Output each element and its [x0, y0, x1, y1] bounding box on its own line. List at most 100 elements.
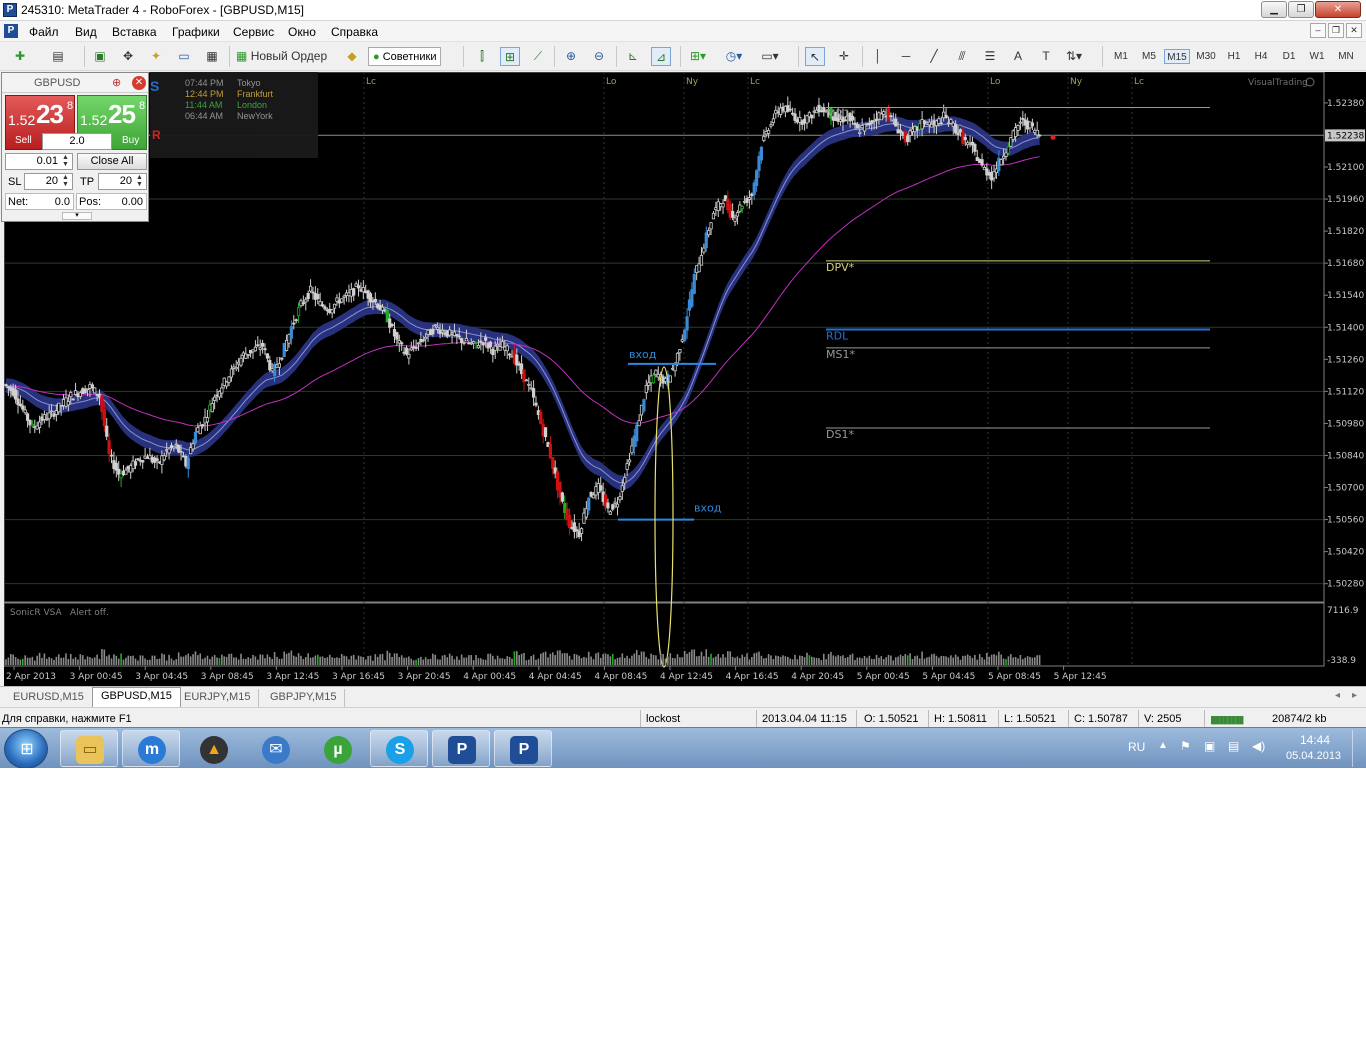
timeframe-h1[interactable]: H1 — [1223, 49, 1245, 64]
tab-eurusd[interactable]: EURUSD,M15 — [5, 689, 93, 707]
device-icon[interactable]: ▣ — [1204, 739, 1215, 753]
close-panel-icon[interactable]: ✕ — [132, 76, 146, 90]
taskbar-thunderbird[interactable]: ✉ — [246, 730, 304, 767]
channel-icon[interactable]: ⫻ — [952, 47, 972, 66]
chart-canvas[interactable]: Lc Lo Ny Lc Lo Ny Lc 1.52380 1.52100 1.51960 1.518… — [4, 72, 1366, 686]
strategy-tester-icon[interactable]: ▦ — [202, 47, 222, 66]
candlestick-icon[interactable]: ⊞ — [500, 47, 520, 66]
text-label-icon[interactable]: T — [1036, 47, 1056, 66]
taskbar-metatrader-2[interactable]: Ρ — [494, 730, 552, 767]
timeframe-m1[interactable]: M1 — [1110, 49, 1132, 64]
vertical-line-icon[interactable]: │ — [868, 47, 888, 66]
new-chart-icon[interactable]: ✚ — [10, 47, 30, 66]
menu-charts[interactable]: Графики — [172, 25, 220, 39]
candle-body — [155, 458, 159, 461]
action-center-icon[interactable]: ⚑ — [1180, 739, 1191, 753]
menu-insert[interactable]: Вставка — [112, 25, 157, 39]
close-all-button[interactable]: Close All — [77, 153, 147, 170]
spread-lots-field[interactable]: 2.0 — [42, 133, 112, 150]
show-hidden-icons-icon[interactable]: ▲ — [1158, 740, 1168, 751]
mdi-close-icon[interactable]: ✕ — [1346, 23, 1362, 38]
session-marker-label: Ny — [686, 77, 699, 87]
menu-tools[interactable]: Сервис — [233, 25, 274, 39]
indicators-icon[interactable]: ⊞▾ — [688, 47, 708, 66]
candle-body — [591, 494, 596, 499]
arrows-icon[interactable]: ⇅▾ — [1064, 47, 1084, 66]
clock-date[interactable]: 05.04.2013 — [1286, 750, 1341, 762]
trendline-icon[interactable]: ╱ — [924, 47, 944, 66]
show-desktop-button[interactable] — [1352, 730, 1364, 767]
crosshair-icon[interactable]: ✛ — [834, 47, 854, 66]
last-price-dot — [1050, 134, 1056, 140]
tp-spin-icon[interactable]: ▲ ▼ — [136, 174, 143, 188]
taskbar-app-m[interactable]: m — [122, 730, 180, 767]
taskbar-metatrader-1[interactable]: Ρ — [432, 730, 490, 767]
taskbar-utorrent[interactable]: µ — [308, 730, 366, 767]
language-indicator[interactable]: RU — [1128, 740, 1145, 754]
restore-button[interactable]: ❐ — [1288, 1, 1314, 18]
candle-body — [71, 398, 75, 401]
close-button[interactable]: ✕ — [1315, 1, 1361, 18]
auto-scroll-icon[interactable]: ⊾ — [623, 47, 643, 66]
cursor-icon[interactable]: ↖ — [805, 47, 825, 66]
candle-body — [973, 144, 977, 152]
clock-time[interactable]: 14:44 — [1300, 733, 1330, 747]
templates-icon[interactable]: ▭▾ — [760, 47, 780, 66]
candle-body — [759, 146, 764, 161]
text-icon[interactable]: A — [1008, 47, 1028, 66]
status-profile: lockost — [646, 713, 681, 725]
pin-icon[interactable]: ⊕ — [112, 76, 121, 89]
start-button[interactable]: ⊞ — [4, 729, 48, 769]
zoom-out-icon[interactable]: ⊖ — [589, 47, 609, 66]
price-chart[interactable]: Lc Lo Ny Lc Lo Ny Lc 1.52380 1.52100 1.51960 1.518… — [4, 72, 1366, 686]
periods-icon[interactable]: ◷▾ — [724, 47, 744, 66]
chart-shift-icon[interactable]: ⊿ — [651, 47, 671, 66]
taskbar-aimp[interactable]: ▲ — [184, 730, 242, 767]
timeframe-d1[interactable]: D1 — [1278, 49, 1300, 64]
new-order-button[interactable]: ▦ Новый Ордер — [236, 47, 327, 66]
mdi-restore-icon[interactable]: ❐ — [1328, 23, 1344, 38]
lots-spin-icon[interactable]: ▲ ▼ — [62, 154, 69, 168]
data-window-icon[interactable]: ✥ — [118, 47, 138, 66]
candle-body — [85, 388, 90, 391]
menu-view[interactable]: Вид — [75, 25, 97, 39]
chart-window-icon[interactable]: Ρ — [4, 24, 18, 38]
horizontal-line-icon[interactable]: ─ — [896, 47, 916, 66]
metaeditor-icon[interactable]: ◆ — [342, 47, 362, 66]
market-watch-icon[interactable]: ▣ — [90, 47, 110, 66]
mdi-minimize-icon[interactable]: – — [1310, 23, 1326, 38]
volume-icon[interactable]: ◀) — [1252, 739, 1265, 753]
terminal-icon[interactable]: ▭ — [174, 47, 194, 66]
navigator-icon[interactable]: ✦ — [146, 47, 166, 66]
tab-scroll-left-icon[interactable]: ◂ — [1335, 690, 1340, 701]
network-icon[interactable]: ▤ — [1228, 739, 1239, 753]
menu-file[interactable]: Файл — [29, 25, 59, 39]
tab-gbpjpy[interactable]: GBPJPY,M15 — [262, 689, 346, 707]
tab-scroll-right-icon[interactable]: ▸ — [1352, 690, 1357, 701]
menu-window[interactable]: Окно — [288, 25, 316, 39]
candle-body — [709, 222, 713, 230]
menu-help[interactable]: Справка — [331, 25, 378, 39]
timeframe-m5[interactable]: M5 — [1138, 49, 1160, 64]
fibonacci-icon[interactable]: ☰ — [980, 47, 1000, 66]
taskbar-explorer[interactable]: ▭ — [60, 730, 118, 767]
sl-spin-icon[interactable]: ▲ ▼ — [62, 174, 69, 188]
profiles-icon[interactable]: ▤ — [48, 47, 68, 66]
taskbar-skype[interactable]: S — [370, 730, 428, 767]
expert-advisors-button[interactable]: ● Советники — [368, 47, 442, 66]
line-chart-icon[interactable]: ⟋ — [528, 47, 548, 66]
candle-body — [733, 217, 737, 222]
timeframe-m30[interactable]: M30 — [1193, 49, 1219, 64]
candle-body — [508, 353, 512, 356]
tab-eurjpy[interactable]: EURJPY,M15 — [176, 689, 260, 707]
candle-body — [685, 316, 689, 331]
expand-panel-icon[interactable]: ▾ — [62, 212, 92, 220]
timeframe-h4[interactable]: H4 — [1250, 49, 1272, 64]
timeframe-w1[interactable]: W1 — [1306, 49, 1328, 64]
zoom-in-icon[interactable]: ⊕ — [561, 47, 581, 66]
minimize-button[interactable]: ▁ — [1261, 1, 1287, 18]
bar-chart-icon[interactable]: ⫿ — [472, 47, 492, 66]
timeframe-mn[interactable]: MN — [1334, 49, 1358, 64]
timeframe-m15[interactable]: M15 — [1164, 49, 1190, 64]
tab-gbpusd[interactable]: GBPUSD,M15 — [92, 687, 181, 707]
